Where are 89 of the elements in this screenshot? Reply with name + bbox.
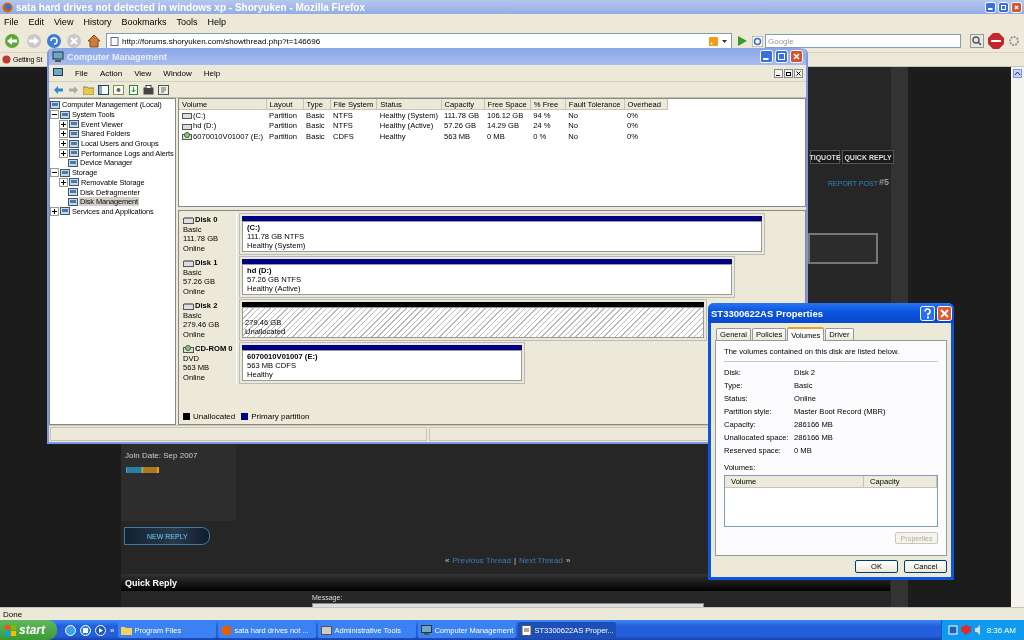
- menu-item[interactable]: File: [75, 68, 88, 78]
- menu-item[interactable]: History: [83, 17, 112, 27]
- maximize-icon[interactable]: [998, 1, 1009, 13]
- stop-sign-icon[interactable]: [988, 33, 1004, 49]
- snap-in-icon: [60, 167, 70, 178]
- page-icon: [110, 36, 119, 46]
- window-title: sata hard drives not detected in windows xp - Shoryuken - Mozilla Firefox: [16, 1, 366, 13]
- media-player-icon[interactable]: [95, 624, 106, 636]
- back-icon[interactable]: [4, 33, 22, 49]
- mail-icon[interactable]: [80, 624, 91, 636]
- status-bar: Done: [0, 607, 1024, 620]
- window-title: ST3300622AS Properties: [711, 307, 824, 319]
- home-icon[interactable]: [86, 33, 102, 49]
- snap-in-icon: [69, 177, 79, 188]
- document-icon: [521, 624, 533, 636]
- collapse-icon[interactable]: [50, 110, 59, 120]
- join-date: Join Date: Sep 2007: [125, 451, 198, 460]
- browser-icon[interactable]: [65, 624, 76, 636]
- previous-thread-link[interactable]: Previous Thread: [452, 556, 511, 565]
- search-field[interactable]: Google: [765, 34, 961, 48]
- expand-icon[interactable]: [59, 139, 68, 149]
- clock: 8:36 AM: [986, 625, 1016, 635]
- snap-in-icon: [69, 138, 79, 149]
- menu-item[interactable]: Edit: [28, 17, 45, 27]
- folder-icon: [121, 624, 133, 636]
- nav-arrow: »: [565, 556, 571, 565]
- bookmark-icon: [2, 55, 11, 64]
- menu-item[interactable]: File: [4, 17, 19, 27]
- cd-drive-icon: [183, 344, 194, 353]
- rank-bar-icon: [126, 467, 159, 473]
- export-icon[interactable]: [128, 84, 139, 95]
- restore-icon[interactable]: [784, 68, 793, 78]
- snap-in-icon: [69, 148, 79, 159]
- expand-icon[interactable]: [59, 129, 68, 139]
- expand-icon[interactable]: [59, 119, 68, 129]
- close-icon[interactable]: [794, 68, 803, 78]
- search-icon[interactable]: [970, 34, 984, 48]
- back-icon[interactable]: [53, 84, 64, 95]
- address-field[interactable]: http://forums.shoryuken.com/showthread.php?t=146696: [106, 33, 732, 49]
- tree-toggle-icon[interactable]: [98, 84, 109, 95]
- expand-icon[interactable]: [59, 177, 68, 187]
- menu-item[interactable]: View: [54, 17, 74, 27]
- link-separator: |: [514, 556, 517, 565]
- windows-flag-icon: [5, 624, 16, 636]
- snap-in-icon: [69, 119, 79, 130]
- expand-icon[interactable]: [59, 148, 68, 158]
- reload-icon[interactable]: [46, 33, 62, 49]
- post-number[interactable]: #5: [879, 177, 889, 187]
- legend-label: Primary partition: [251, 411, 310, 421]
- hard-drive-icon: [183, 301, 194, 310]
- firefox-icon: [221, 624, 233, 636]
- menu-item[interactable]: Help: [207, 17, 226, 27]
- search-engine-icon[interactable]: [752, 35, 763, 47]
- collapse-icon[interactable]: [50, 168, 59, 178]
- computer-icon: [421, 624, 433, 636]
- hard-drive-icon: [183, 258, 194, 267]
- snap-in-icon: [60, 109, 70, 120]
- menu-item[interactable]: Help: [203, 68, 221, 78]
- nav-arrow: «: [445, 556, 450, 565]
- gear-icon: [1008, 35, 1020, 47]
- security-icon: [960, 625, 971, 635]
- snap-in-icon: [68, 157, 78, 168]
- minimize-icon[interactable]: [774, 68, 783, 78]
- snap-in-icon: [69, 128, 79, 139]
- menu-item[interactable]: Tools: [176, 17, 198, 27]
- snap-in-icon: [60, 206, 70, 217]
- cd-drive-icon: [182, 132, 192, 141]
- computer-icon: [52, 50, 64, 63]
- menu-item[interactable]: Window: [163, 68, 192, 78]
- next-thread-link[interactable]: Next Thread: [519, 556, 563, 565]
- more-button[interactable]: »: [110, 625, 115, 635]
- snap-in-icon: [50, 99, 60, 110]
- expand-icon[interactable]: [50, 206, 59, 216]
- console-icon: [53, 68, 63, 78]
- menu-item[interactable]: View: [134, 68, 152, 78]
- scroll-up-icon[interactable]: [1013, 69, 1022, 78]
- menu-item[interactable]: Action: [99, 68, 123, 78]
- menu-item[interactable]: Bookmarks: [121, 17, 167, 27]
- legend-label: Unallocated: [193, 411, 236, 421]
- hard-drive-icon: [183, 215, 194, 224]
- window-title: Computer Management: [67, 51, 168, 62]
- network-icon: [947, 625, 958, 635]
- snap-in-icon: [68, 196, 78, 207]
- maximize-icon[interactable]: [775, 50, 788, 63]
- quick-reply-bar: Quick Reply: [121, 574, 890, 591]
- quote-box: [808, 233, 878, 264]
- snap-in-icon: [68, 187, 78, 198]
- scrollbar[interactable]: [1011, 67, 1024, 607]
- firefox-icon: [2, 1, 13, 13]
